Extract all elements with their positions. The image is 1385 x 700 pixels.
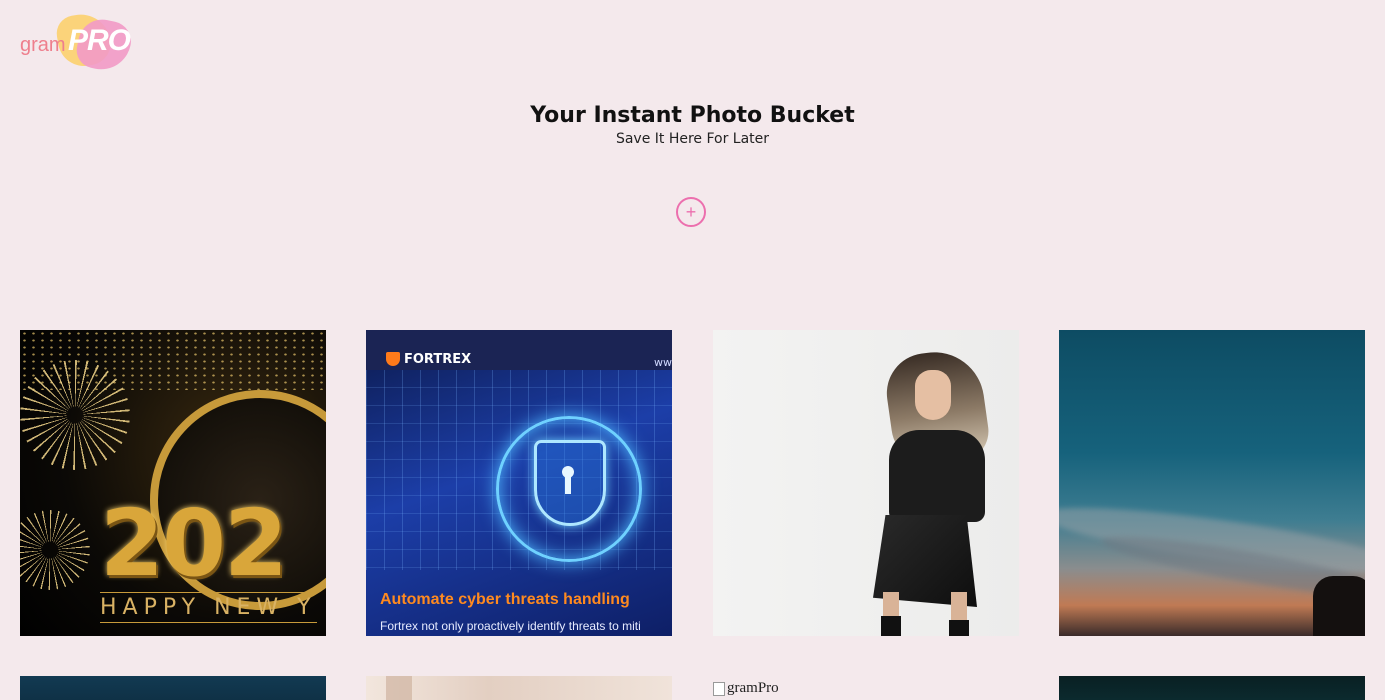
- photo-tile-sky[interactable]: [1059, 330, 1365, 636]
- model-boot: [881, 616, 901, 636]
- year-text: 202: [100, 490, 288, 597]
- model-boot: [949, 620, 969, 636]
- page-subtitle: Save It Here For Later: [615, 131, 770, 147]
- url-text: ww: [654, 356, 672, 369]
- broken-image-alt: gramPro: [713, 680, 779, 697]
- firework-decoration: [20, 360, 130, 470]
- photo-tile-fortrex[interactable]: FORTREX ww Automate cyber threats handli…: [366, 330, 672, 636]
- photo-tile-night-sky[interactable]: [20, 676, 326, 700]
- firework-decoration: [20, 510, 90, 590]
- photo-tile-broken[interactable]: gramPro: [713, 676, 1019, 700]
- app-logo[interactable]: gram PRO: [20, 9, 135, 75]
- plus-icon: +: [685, 202, 697, 222]
- banner-description: Fortrex not only proactively identify th…: [380, 619, 641, 633]
- fortrex-brand-text: FORTREX: [404, 352, 472, 367]
- photo-tile-fabric[interactable]: [366, 676, 672, 700]
- person-silhouette: [1313, 576, 1365, 636]
- logo-pro-text: PRO: [68, 24, 131, 57]
- fabric-fold: [386, 676, 412, 700]
- broken-image-icon: [713, 681, 725, 696]
- photo-tile-dark[interactable]: [1059, 676, 1365, 700]
- photo-tile-new-year[interactable]: 202 HAPPY NEW Y: [20, 330, 326, 636]
- model-face: [915, 370, 951, 420]
- banner-headline: Automate cyber threats handling: [380, 591, 630, 608]
- keyhole-slot: [565, 474, 571, 494]
- logo-gram-text: gram: [20, 34, 66, 56]
- photo-tile-model[interactable]: [713, 330, 1019, 636]
- add-photo-button[interactable]: +: [676, 197, 706, 227]
- page-title: Your Instant Photo Bucket: [530, 103, 855, 128]
- model-top: [889, 430, 985, 522]
- fortrex-logo-icon: [386, 352, 400, 366]
- alt-text: gramPro: [727, 680, 779, 696]
- happy-new-year-text: HAPPY NEW Y: [100, 592, 317, 623]
